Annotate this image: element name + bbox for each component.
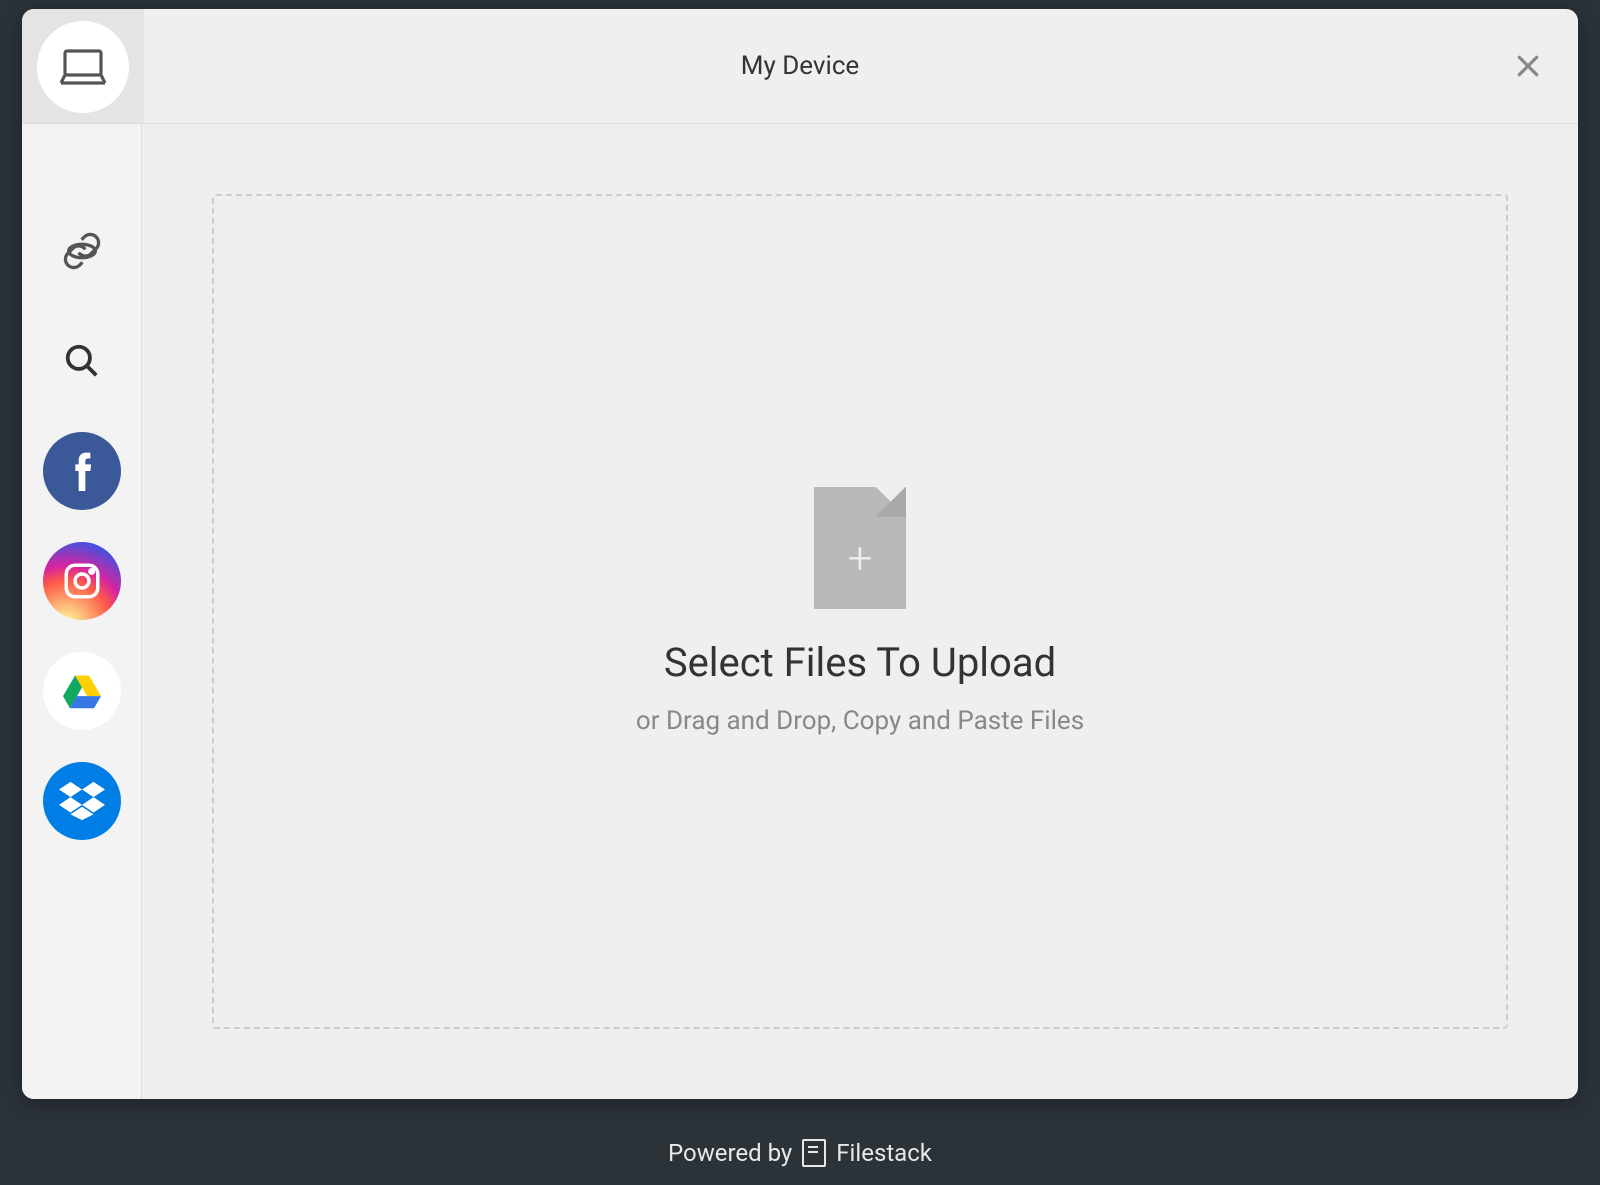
sidebar-item-googledrive[interactable] — [43, 652, 121, 730]
drop-zone[interactable]: + Select Files To Upload or Drag and Dro… — [212, 194, 1508, 1029]
file-plus-icon: + — [814, 487, 906, 609]
googledrive-icon — [61, 672, 103, 710]
footer-prefix: Powered by — [668, 1139, 792, 1167]
search-icon — [63, 342, 101, 380]
dropzone-subtitle: or Drag and Drop, Copy and Paste Files — [636, 706, 1084, 736]
sidebar-item-facebook[interactable] — [43, 432, 121, 510]
instagram-icon — [61, 560, 103, 602]
source-sidebar — [22, 124, 142, 1099]
sidebar-item-link[interactable] — [43, 212, 121, 290]
main-area: + Select Files To Upload or Drag and Dro… — [142, 124, 1578, 1099]
close-button[interactable] — [1508, 46, 1548, 86]
sidebar-item-device[interactable] — [37, 21, 129, 113]
modal-title: My Device — [741, 51, 859, 81]
sidebar-item-instagram[interactable] — [43, 542, 121, 620]
file-picker-modal: My Device — [22, 9, 1578, 1099]
close-icon — [1513, 51, 1543, 81]
modal-header: My Device — [22, 9, 1578, 124]
dropbox-icon — [59, 781, 105, 821]
dropzone-title: Select Files To Upload — [664, 639, 1056, 686]
footer: Powered by Filestack — [0, 1139, 1600, 1167]
facebook-icon — [71, 451, 93, 491]
filestack-icon — [802, 1139, 826, 1167]
device-icon — [59, 47, 107, 87]
footer-brand: Filestack — [836, 1139, 932, 1167]
sidebar-item-search[interactable] — [43, 322, 121, 400]
link-icon — [62, 231, 102, 271]
modal-body: + Select Files To Upload or Drag and Dro… — [22, 124, 1578, 1099]
sidebar-item-dropbox[interactable] — [43, 762, 121, 840]
